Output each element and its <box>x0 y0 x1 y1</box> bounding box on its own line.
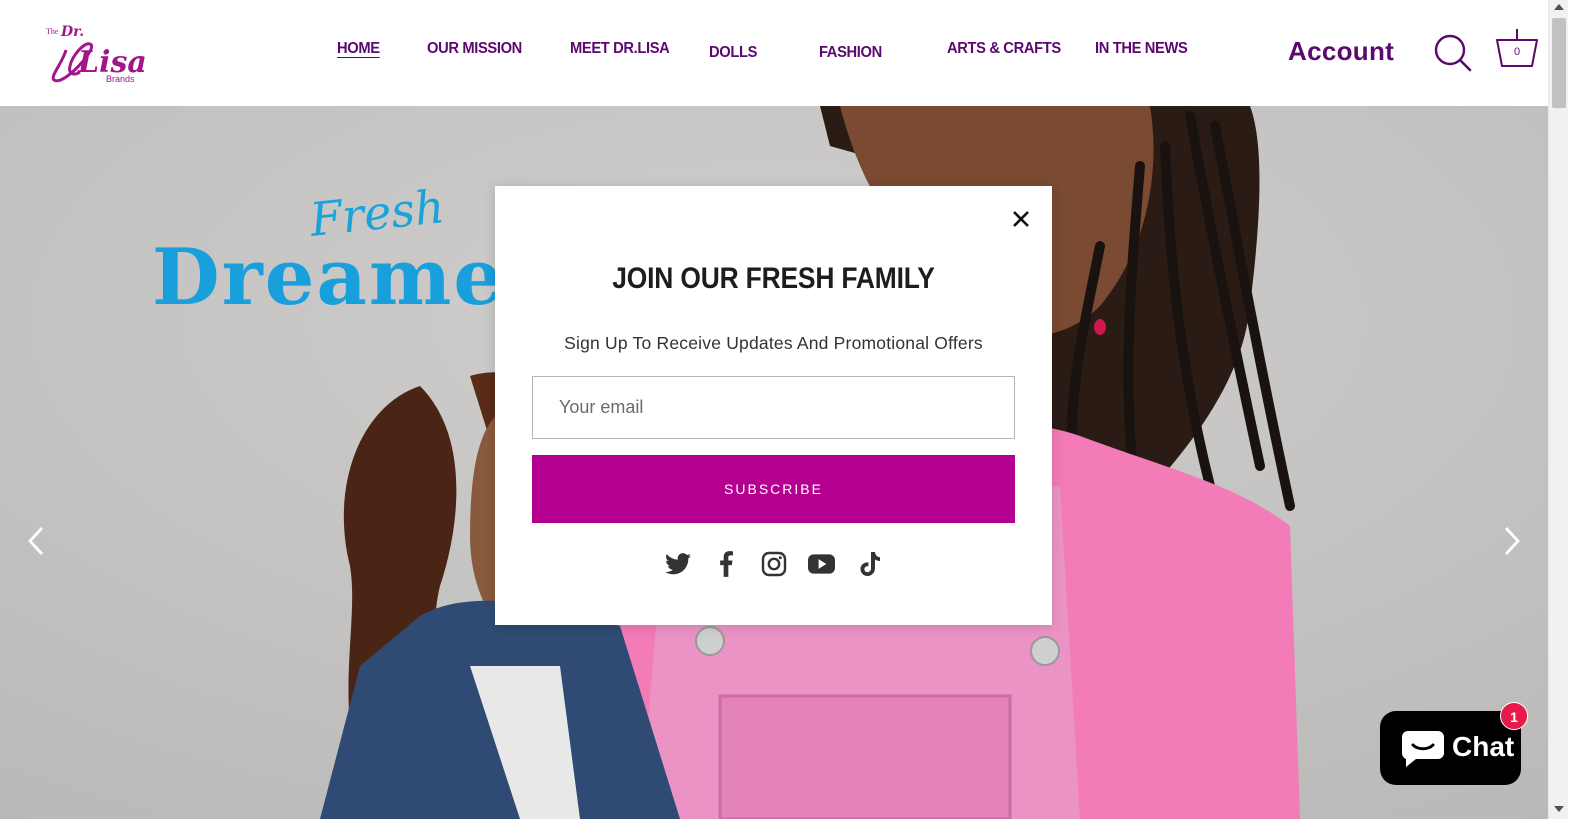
chat-button[interactable]: Chat <box>1380 711 1521 785</box>
svg-text:The: The <box>46 27 59 36</box>
instagram-icon <box>761 551 786 577</box>
social-links <box>495 550 1052 578</box>
nav-arts-crafts[interactable]: ARTS & CRAFTS <box>947 40 1061 58</box>
scroll-up-arrow-icon[interactable] <box>1554 4 1564 10</box>
cart-button[interactable]: 0 <box>1494 27 1540 71</box>
youtube-icon <box>808 554 835 574</box>
youtube-link[interactable] <box>808 550 835 578</box>
email-input[interactable] <box>532 376 1015 439</box>
chevron-right-icon <box>1504 527 1520 555</box>
svg-text:Brands: Brands <box>106 74 135 84</box>
chat-unread-badge: 1 <box>1500 702 1528 730</box>
twitter-icon <box>664 553 691 575</box>
slideshow-next-button[interactable] <box>1496 526 1526 556</box>
nav-fashion[interactable]: FASHION <box>819 44 882 62</box>
nav-meet-dr-lisa[interactable]: MEET DR.LISA <box>570 40 670 58</box>
popup-close-button[interactable] <box>1006 204 1036 234</box>
nav-our-mission[interactable]: OUR MISSION <box>427 40 522 58</box>
account-link[interactable]: Account <box>1288 36 1394 67</box>
page-scrollbar[interactable] <box>1548 0 1568 819</box>
close-icon <box>1013 211 1029 227</box>
nav-in-the-news[interactable]: IN THE NEWS <box>1095 40 1188 58</box>
chevron-left-icon <box>28 527 44 555</box>
slideshow-prev-button[interactable] <box>22 526 52 556</box>
cart-count: 0 <box>1513 46 1521 58</box>
brand-logo[interactable]: The Dr. Lisa Brands <box>44 16 154 90</box>
search-icon <box>1434 34 1472 72</box>
scroll-down-arrow-icon[interactable] <box>1554 806 1564 812</box>
instagram-link[interactable] <box>760 550 787 578</box>
nav-dolls[interactable]: DOLLS <box>709 44 757 62</box>
popup-subtitle: Sign Up To Receive Updates And Promotion… <box>564 333 983 353</box>
scroll-thumb[interactable] <box>1552 18 1566 108</box>
popup-title: JOIN OUR FRESH FAMILY <box>612 262 935 295</box>
twitter-link[interactable] <box>664 550 691 578</box>
tiktok-link[interactable] <box>856 550 883 578</box>
chat-bubble-icon <box>1402 731 1444 767</box>
tiktok-icon <box>860 552 880 576</box>
search-button[interactable] <box>1433 33 1473 73</box>
facebook-link[interactable] <box>712 550 739 578</box>
facebook-icon <box>719 551 733 577</box>
newsletter-popup: JOIN OUR FRESH FAMILY Sign Up To Receive… <box>495 186 1052 625</box>
site-header: The Dr. Lisa Brands HOME OUR MISSION MEE… <box>0 0 1548 106</box>
svg-text:Dr.: Dr. <box>60 24 84 40</box>
brand-logo-image: The Dr. Lisa Brands <box>46 24 147 84</box>
chat-label: Chat <box>1452 731 1515 762</box>
nav-home[interactable]: HOME <box>337 40 380 58</box>
subscribe-button[interactable]: SUBSCRIBE <box>532 455 1015 523</box>
